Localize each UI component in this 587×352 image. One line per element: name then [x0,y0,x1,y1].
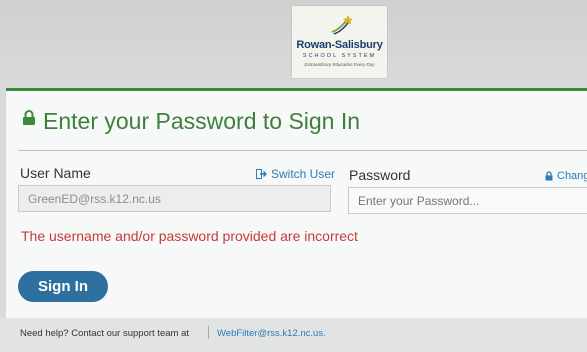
logo-name: Rowan-Salisbury [296,39,383,51]
error-message: The username and/or password provided ar… [21,228,358,244]
sign-in-button[interactable]: Sign In [18,271,108,302]
support-email-link[interactable]: WebFilter@rss.k12.nc.us. [217,328,326,339]
title-divider [18,150,587,151]
switch-user-link[interactable]: Switch User [256,167,335,181]
password-label: Password [349,167,411,183]
footer-help-text: Need help? Contact our support team at [20,328,189,339]
password-field[interactable] [348,187,587,214]
username-field[interactable] [18,185,331,212]
logo-subtitle: SCHOOL SYSTEM [302,53,377,59]
switch-user-icon [256,169,267,179]
logo-tagline: Extraordinary Education Every Day [304,62,375,67]
page-title: Enter your Password to Sign In [43,108,361,134]
star-swoosh-logo-icon [331,15,353,35]
username-label: User Name [20,165,91,181]
switch-user-label: Switch User [271,167,336,181]
lock-icon [23,110,35,125]
change-password-link[interactable]: Chang [545,170,587,182]
footer-separator [208,326,209,339]
change-label: Chang [557,170,587,182]
lock-small-icon [545,171,553,181]
district-logo: Rowan-Salisbury SCHOOL SYSTEM Extraordin… [292,6,387,78]
